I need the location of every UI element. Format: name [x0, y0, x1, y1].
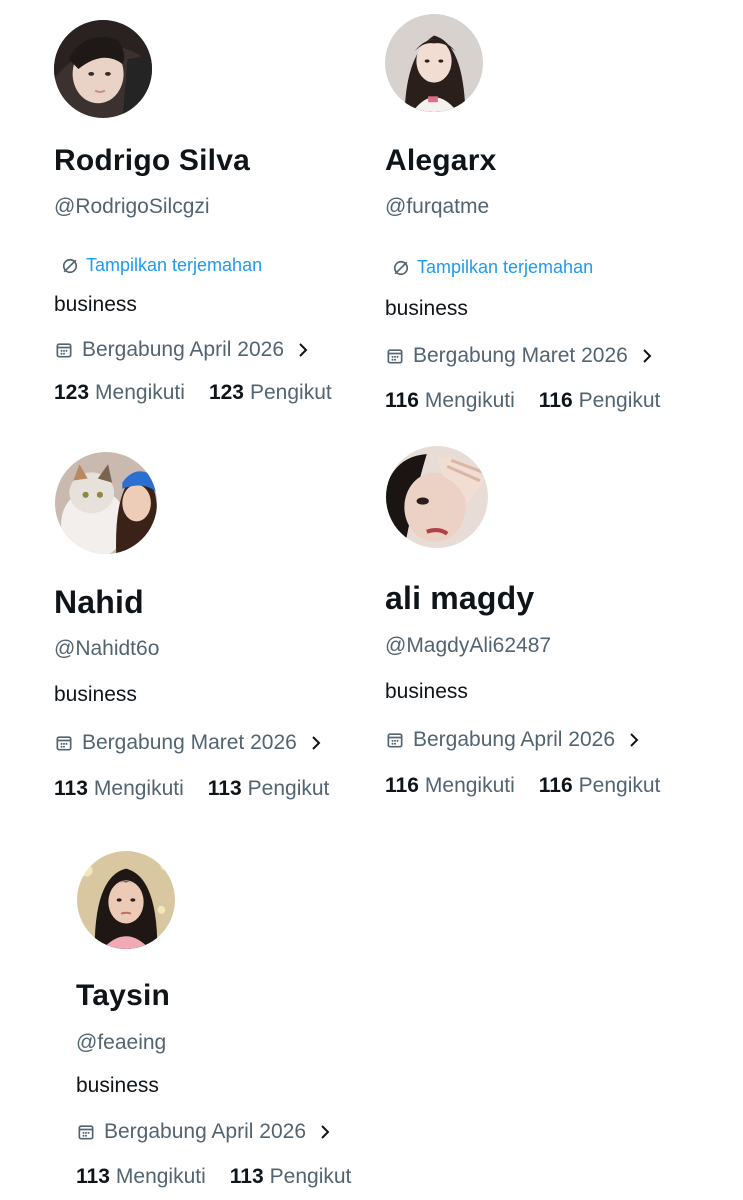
following-link[interactable]: 113 Mengikuti [76, 1165, 206, 1189]
calendar-icon [387, 349, 403, 364]
username-handle[interactable]: @furqatme [385, 195, 489, 219]
chevron-right-icon [321, 1125, 330, 1139]
chevron-right-icon [299, 343, 308, 357]
following-link[interactable]: 116 Mengikuti [385, 774, 515, 798]
following-label: Mengikuti [424, 774, 515, 797]
avatar[interactable] [55, 452, 157, 554]
display-name[interactable]: Rodrigo Silva [54, 144, 250, 178]
join-date-label: Bergabung Maret 2026 [413, 344, 628, 367]
followers-link[interactable]: 123 Pengikut [209, 381, 332, 405]
avatar[interactable] [54, 20, 152, 118]
following-label: Mengikuti [424, 389, 515, 412]
chevron-right-icon [312, 736, 321, 750]
translate-link[interactable]: Tampilkan terjemahan [60, 255, 262, 276]
followers-label: Pengikut [247, 777, 330, 800]
translate-label: Tampilkan terjemahan [86, 255, 263, 275]
bio: business [54, 293, 137, 316]
followers-count: 113 [207, 777, 242, 800]
username-handle[interactable]: @feaeing [76, 1031, 166, 1055]
chevron-right-icon [630, 733, 639, 747]
followers-link[interactable]: 113 Pengikut [208, 777, 330, 801]
following-link[interactable]: 113 Mengikuti [54, 777, 184, 801]
join-date[interactable]: Bergabung Maret 2026 [385, 344, 654, 368]
join-date[interactable]: Bergabung April 2026 [385, 728, 641, 752]
following-label: Mengikuti [95, 381, 185, 404]
followers-count: 113 [229, 1165, 264, 1188]
display-name[interactable]: Nahid [54, 584, 144, 621]
following-count: 113 [76, 1165, 110, 1188]
join-date[interactable]: Bergabung April 2026 [76, 1120, 332, 1144]
bio: business [385, 680, 468, 703]
following-label: Mengikuti [115, 1165, 206, 1188]
followers-label: Pengikut [269, 1165, 352, 1188]
join-date[interactable]: Bergabung Maret 2026 [54, 731, 323, 755]
following-count: 116 [385, 389, 419, 412]
following-count: 116 [385, 774, 419, 797]
follow-stats: 113 Mengikuti 113 Pengikut [76, 1165, 351, 1189]
following-count: 113 [54, 777, 88, 800]
bio: business [76, 1074, 159, 1097]
followers-count: 123 [208, 381, 244, 404]
following-link[interactable]: 123 Mengikuti [54, 381, 185, 405]
display-name[interactable]: Alegarx [385, 144, 496, 178]
username-handle[interactable]: @MagdyAli62487 [385, 634, 551, 658]
join-date-label: Bergabung April 2026 [104, 1120, 306, 1143]
bio: business [54, 683, 137, 706]
followers-link[interactable]: 116 Pengikut [539, 389, 661, 413]
followers-count: 116 [538, 389, 573, 412]
followers-label: Pengikut [249, 381, 332, 404]
followers-label: Pengikut [578, 389, 661, 412]
followers-link[interactable]: 116 Pengikut [539, 774, 661, 798]
join-date-label: Bergabung April 2026 [82, 338, 284, 361]
display-name[interactable]: ali magdy [385, 580, 534, 617]
followers-link[interactable]: 113 Pengikut [230, 1165, 352, 1189]
bio: business [385, 297, 468, 320]
join-date[interactable]: Bergabung April 2026 [54, 338, 310, 362]
follow-stats: 116 Mengikuti 116 Pengikut [385, 774, 660, 798]
following-count: 123 [54, 381, 90, 404]
join-date-label: Bergabung Maret 2026 [82, 731, 297, 754]
following-label: Mengikuti [93, 777, 184, 800]
following-link[interactable]: 116 Mengikuti [385, 389, 515, 413]
followers-label: Pengikut [578, 774, 661, 797]
avatar[interactable] [386, 446, 488, 548]
join-date-label: Bergabung April 2026 [413, 728, 615, 751]
calendar-icon [78, 1125, 94, 1140]
username-handle[interactable]: @RodrigoSilcgzi [54, 195, 210, 219]
translate-link[interactable]: Tampilkan terjemahan [391, 257, 593, 278]
translate-label: Tampilkan terjemahan [417, 257, 594, 277]
follow-stats: 123 Mengikuti 123 Pengikut [54, 381, 332, 405]
translate-icon [62, 258, 78, 273]
followers-count: 116 [538, 774, 573, 797]
avatar[interactable] [385, 14, 483, 112]
chevron-right-icon [643, 349, 652, 363]
calendar-icon [56, 343, 72, 358]
follow-stats: 113 Mengikuti 113 Pengikut [54, 777, 329, 801]
follow-stats: 116 Mengikuti 116 Pengikut [385, 389, 660, 413]
display-name[interactable]: Taysin [76, 979, 170, 1013]
avatar[interactable] [77, 851, 175, 949]
username-handle[interactable]: @Nahidt6o [54, 637, 159, 661]
calendar-icon [56, 736, 72, 751]
calendar-icon [387, 733, 403, 748]
translate-icon [393, 260, 409, 275]
